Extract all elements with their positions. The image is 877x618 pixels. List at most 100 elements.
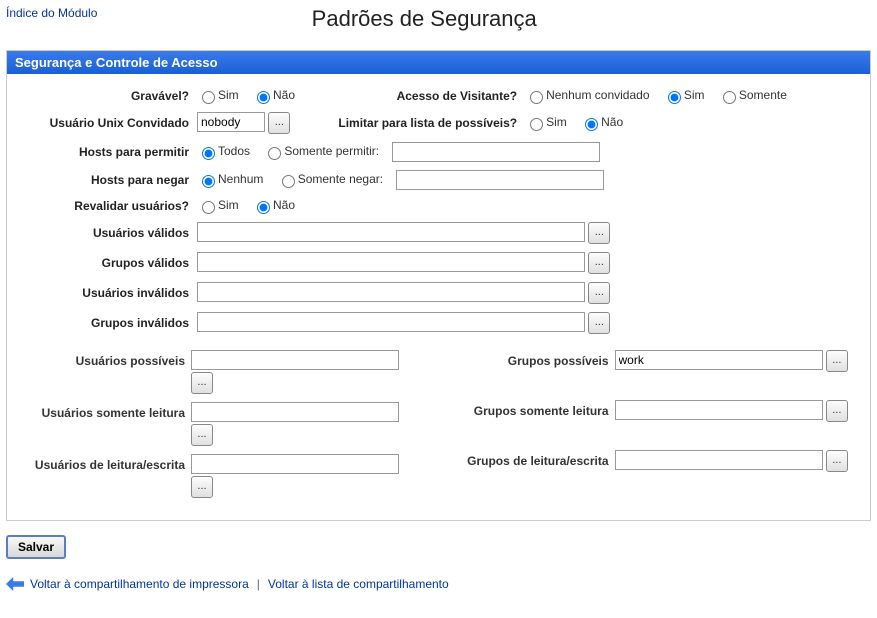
hosts-deny-none-option[interactable]: Nenhum <box>197 172 263 186</box>
possible-groups-label: Grupos possíveis <box>439 350 615 368</box>
hosts-deny-input[interactable] <box>396 170 604 190</box>
guest-only-text: Somente <box>739 88 787 102</box>
guest-none-radio[interactable] <box>530 91 543 104</box>
hosts-deny-only-option[interactable]: Somente negar: <box>277 172 383 186</box>
valid-users-value: ... <box>193 218 862 248</box>
possible-users-browse-button[interactable]: ... <box>191 372 213 394</box>
writable-label: Gravável? <box>15 84 193 108</box>
form-table: Gravável? Sim Não Acesso de Visitante? N… <box>15 84 862 338</box>
revalidate-no-option[interactable]: Não <box>252 198 295 212</box>
valid-groups-browse-button[interactable]: ... <box>588 252 610 274</box>
guest-unix-value: ... <box>193 108 334 138</box>
rw-groups-input[interactable] <box>615 450 823 470</box>
limit-no-text: Não <box>601 115 623 129</box>
hosts-deny-label: Hosts para negar <box>15 166 193 194</box>
guest-yes-option[interactable]: Sim <box>663 88 705 102</box>
possible-users-label: Usuários possíveis <box>15 350 191 368</box>
revalidate-value: Sim Não <box>193 194 862 218</box>
hosts-allow-only-text: Somente permitir: <box>284 144 379 158</box>
guest-yes-radio[interactable] <box>668 91 681 104</box>
page-title: Padrões de Segurança <box>97 6 751 32</box>
possible-users-input[interactable] <box>191 350 399 370</box>
revalidate-yes-option[interactable]: Sim <box>197 198 239 212</box>
invalid-users-input[interactable] <box>197 282 585 302</box>
hosts-allow-only-radio[interactable] <box>268 147 281 160</box>
guest-unix-input[interactable] <box>197 112 265 132</box>
guest-unix-browse-button[interactable]: ... <box>268 112 290 134</box>
possible-groups-browse-button[interactable]: ... <box>826 350 848 372</box>
invalid-groups-input[interactable] <box>197 312 585 332</box>
hosts-allow-all-radio[interactable] <box>202 147 215 160</box>
invalid-users-label: Usuários inválidos <box>15 278 193 308</box>
back-printer-link[interactable]: Voltar à compartilhamento de impressora <box>30 577 249 591</box>
rw-groups-label: Grupos de leitura/escrita <box>439 450 615 468</box>
writable-yes-radio[interactable] <box>202 91 215 104</box>
hosts-allow-all-option[interactable]: Todos <box>197 144 250 158</box>
limit-yes-radio[interactable] <box>530 118 543 131</box>
limit-possible-value: Sim Não <box>521 108 862 138</box>
invalid-groups-label: Grupos inválidos <box>15 308 193 338</box>
guest-access-label: Acesso de Visitante? <box>334 84 521 108</box>
limit-possible-label: Limitar para lista de possíveis? <box>334 108 521 138</box>
footer-separator: | <box>257 577 260 591</box>
limit-no-radio[interactable] <box>585 118 598 131</box>
hosts-deny-none-radio[interactable] <box>202 175 215 188</box>
guest-only-radio[interactable] <box>723 91 736 104</box>
valid-users-label: Usuários válidos <box>15 218 193 248</box>
invalid-users-browse-button[interactable]: ... <box>588 282 610 304</box>
rw-users-browse-button[interactable]: ... <box>191 476 213 498</box>
guest-only-option[interactable]: Somente <box>718 88 787 102</box>
revalidate-label: Revalidar usuários? <box>15 194 193 218</box>
valid-groups-input[interactable] <box>197 252 585 272</box>
ro-groups-label: Grupos somente leitura <box>439 400 615 418</box>
invalid-groups-value: ... <box>193 308 862 338</box>
writable-value: Sim Não <box>193 84 334 108</box>
hosts-allow-label: Hosts para permitir <box>15 138 193 166</box>
valid-users-input[interactable] <box>197 222 585 242</box>
ro-users-input[interactable] <box>191 402 399 422</box>
hosts-allow-only-option[interactable]: Somente permitir: <box>263 144 379 158</box>
hosts-allow-all-text: Todos <box>218 144 250 158</box>
writable-no-option[interactable]: Não <box>252 88 295 102</box>
limit-yes-text: Sim <box>546 115 567 129</box>
back-list-link[interactable]: Voltar à lista de compartilhamento <box>268 577 449 591</box>
ro-users-browse-button[interactable]: ... <box>191 424 213 446</box>
security-panel: Segurança e Controle de Acesso Gravável?… <box>6 50 871 521</box>
revalidate-yes-radio[interactable] <box>202 201 215 214</box>
guest-none-option[interactable]: Nenhum convidado <box>525 88 649 102</box>
valid-groups-value: ... <box>193 248 862 278</box>
valid-groups-label: Grupos válidos <box>15 248 193 278</box>
revalidate-no-radio[interactable] <box>257 201 270 214</box>
invalid-groups-browse-button[interactable]: ... <box>588 312 610 334</box>
ro-groups-browse-button[interactable]: ... <box>826 400 848 422</box>
writable-no-text: Não <box>273 88 295 102</box>
guest-yes-text: Sim <box>684 88 705 102</box>
hosts-deny-only-radio[interactable] <box>282 175 295 188</box>
valid-users-browse-button[interactable]: ... <box>588 222 610 244</box>
module-index-link[interactable]: Índice do Módulo <box>6 6 97 20</box>
revalidate-yes-text: Sim <box>218 198 239 212</box>
ro-groups-input[interactable] <box>615 400 823 420</box>
rw-groups-browse-button[interactable]: ... <box>826 450 848 472</box>
footer-links: Voltar à compartilhamento de impressora … <box>6 577 871 591</box>
save-button[interactable]: Salvar <box>6 535 66 559</box>
rw-users-label: Usuários de leitura/escrita <box>15 454 191 472</box>
writable-yes-text: Sim <box>218 88 239 102</box>
writable-no-radio[interactable] <box>257 91 270 104</box>
hosts-allow-input[interactable] <box>392 142 600 162</box>
rw-users-input[interactable] <box>191 454 399 474</box>
guest-access-value: Nenhum convidado Sim Somente <box>521 84 862 108</box>
limit-yes-option[interactable]: Sim <box>525 115 567 129</box>
hosts-allow-value: Todos Somente permitir: <box>193 138 862 166</box>
ro-users-label: Usuários somente leitura <box>15 402 191 420</box>
lower-grid: Usuários possíveis ... Usuários somente … <box>15 350 862 506</box>
limit-no-option[interactable]: Não <box>580 115 623 129</box>
hosts-deny-value: Nenhum Somente negar: <box>193 166 862 194</box>
invalid-users-value: ... <box>193 278 862 308</box>
possible-groups-input[interactable] <box>615 350 823 370</box>
writable-yes-option[interactable]: Sim <box>197 88 239 102</box>
revalidate-no-text: Não <box>273 198 295 212</box>
hosts-deny-none-text: Nenhum <box>218 172 263 186</box>
hosts-deny-only-text: Somente negar: <box>298 172 383 186</box>
panel-header: Segurança e Controle de Acesso <box>7 51 870 74</box>
